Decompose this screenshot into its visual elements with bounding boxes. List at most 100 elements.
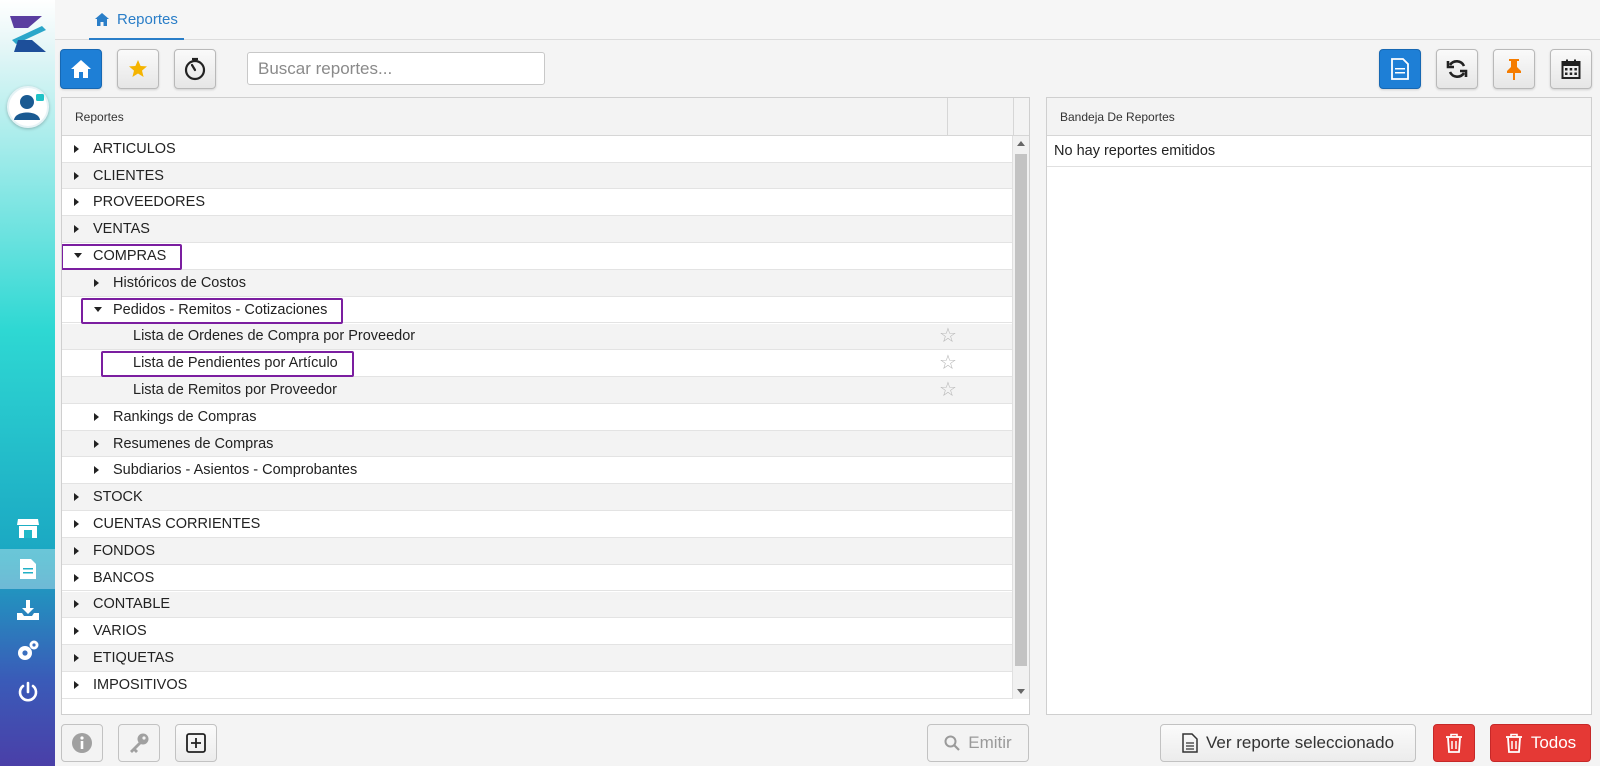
favorite-star-icon[interactable]: ☆ (939, 326, 957, 346)
reports-panel-header: Reportes (62, 98, 1029, 136)
caret-right-icon[interactable] (74, 171, 79, 180)
report-group-10[interactable]: Rankings de Compras (62, 404, 1013, 431)
home-icon (71, 60, 91, 78)
calendar-button[interactable] (1550, 49, 1592, 89)
delete-selected-button[interactable] (1433, 724, 1475, 762)
info-icon (72, 733, 92, 753)
caret-right-icon[interactable] (74, 493, 79, 502)
pin-button[interactable] (1493, 49, 1535, 89)
store-icon[interactable] (0, 508, 55, 548)
report-group-18[interactable]: VARIOS (62, 618, 1013, 645)
settings-gears-icon[interactable] (0, 631, 55, 671)
caret-right-icon[interactable] (74, 519, 79, 528)
reports-view-button[interactable] (1379, 49, 1421, 89)
view-selected-label: Ver reporte seleccionado (1205, 733, 1395, 752)
search-reports-input[interactable] (247, 52, 545, 85)
favorites-button[interactable] (117, 49, 159, 89)
top-tab-bar: Reportes (55, 0, 1600, 40)
reports-header-label: Reportes (75, 109, 124, 124)
tray-empty-message: No hay reportes emitidos (1047, 136, 1591, 167)
download-tray-icon[interactable] (0, 590, 55, 630)
plus-square-icon (186, 733, 206, 753)
report-group-3[interactable]: VENTAS (62, 216, 1013, 243)
report-group-19[interactable]: ETIQUETAS (62, 645, 1013, 672)
report-group-15[interactable]: FONDOS (62, 538, 1013, 565)
report-group-20[interactable]: IMPOSITIVOS (62, 672, 1013, 699)
report-label: FONDOS (93, 542, 156, 559)
pin-icon (1507, 59, 1521, 80)
trash-icon (1505, 733, 1522, 753)
report-group-4[interactable]: COMPRAS (62, 243, 1013, 270)
caret-right-icon[interactable] (74, 680, 79, 689)
power-icon[interactable] (0, 672, 55, 712)
highlight-box (101, 351, 354, 378)
report-label: Subdiarios - Asientos - Comprobantes (113, 462, 358, 479)
caret-right-icon[interactable] (74, 225, 79, 234)
report-group-14[interactable]: CUENTAS CORRIENTES (62, 511, 1013, 538)
favorite-star-icon[interactable]: ☆ (939, 353, 957, 373)
report-label: CUENTAS CORRIENTES (93, 515, 261, 532)
view-selected-report-button[interactable]: Ver reporte seleccionado (1160, 724, 1416, 762)
report-label: ETIQUETAS (93, 649, 175, 666)
report-group-11[interactable]: Resumenes de Compras (62, 430, 1013, 458)
caret-right-icon[interactable] (74, 653, 79, 662)
reports-tree: ARTICULOS CLIENTES PROVEEDORES VENTAS COMPRA… (62, 136, 1013, 699)
refresh-icon (1446, 60, 1468, 78)
report-group-16[interactable]: BANCOS (62, 565, 1013, 592)
delete-all-label: Todos (1530, 733, 1577, 752)
caret-right-icon[interactable] (94, 278, 99, 287)
report-group-12[interactable]: Subdiarios - Asientos - Comprobantes (62, 458, 1013, 485)
app-logo[interactable] (6, 12, 50, 56)
search-icon (944, 735, 961, 751)
document-icon (1182, 733, 1198, 753)
scroll-down-arrow-icon[interactable] (1017, 689, 1025, 694)
report-label: VENTAS (93, 221, 150, 238)
highlight-box (62, 244, 182, 270)
home-icon (95, 12, 109, 26)
caret-right-icon[interactable] (74, 144, 79, 153)
report-group-17[interactable]: CONTABLE (62, 591, 1013, 619)
report-group-13[interactable]: STOCK (62, 484, 1013, 511)
reports-nav-icon[interactable] (0, 549, 55, 589)
tray-header-label: Bandeja De Reportes (1060, 109, 1175, 124)
scroll-thumb[interactable] (1015, 154, 1027, 666)
delete-all-button[interactable]: Todos (1490, 724, 1591, 762)
report-label: Históricos de Costos (113, 274, 246, 291)
history-button[interactable] (174, 49, 216, 89)
home-button[interactable] (60, 49, 102, 89)
app-sidebar (0, 0, 55, 766)
tray-panel-header: Bandeja De Reportes (1047, 98, 1591, 136)
tab-reportes[interactable]: Reportes (89, 0, 184, 40)
refresh-button[interactable] (1436, 49, 1478, 89)
report-group-5[interactable]: Históricos de Costos (62, 270, 1013, 297)
key-button[interactable] (118, 724, 160, 762)
info-button[interactable] (61, 724, 103, 762)
report-label: Lista de Remitos por Proveedor (133, 381, 337, 398)
report-label: Rankings de Compras (113, 408, 257, 425)
scroll-up-arrow-icon[interactable] (1017, 141, 1025, 146)
report-group-0[interactable]: ARTICULOS (62, 136, 1013, 163)
report-group-1[interactable]: CLIENTES (62, 162, 1013, 190)
caret-right-icon[interactable] (74, 573, 79, 582)
key-icon (130, 733, 149, 753)
report-label: IMPOSITIVOS (93, 676, 188, 693)
tree-scrollbar[interactable] (1012, 136, 1029, 699)
caret-right-icon[interactable] (94, 412, 99, 421)
caret-right-icon[interactable] (74, 546, 79, 555)
caret-right-icon[interactable] (74, 627, 79, 636)
user-icon (14, 94, 44, 120)
favorite-star-icon[interactable]: ☆ (939, 380, 957, 400)
report-label: CLIENTES (93, 167, 164, 184)
caret-right-icon[interactable] (74, 198, 79, 207)
user-avatar[interactable] (7, 86, 49, 128)
caret-right-icon[interactable] (94, 439, 99, 448)
emit-button[interactable]: Emitir (927, 724, 1029, 762)
report-label: Lista de Ordenes de Compra por Proveedor (133, 328, 416, 345)
star-icon (129, 60, 147, 77)
add-report-button[interactable] (175, 724, 217, 762)
caret-right-icon[interactable] (94, 466, 99, 475)
report-group-2[interactable]: PROVEEDORES (62, 190, 1013, 217)
report-item[interactable]: Lista de Remitos por Proveedor ☆ (62, 377, 1013, 404)
caret-right-icon[interactable] (74, 600, 79, 609)
report-item[interactable]: Lista de Ordenes de Compra por Proveedor… (62, 323, 1013, 351)
